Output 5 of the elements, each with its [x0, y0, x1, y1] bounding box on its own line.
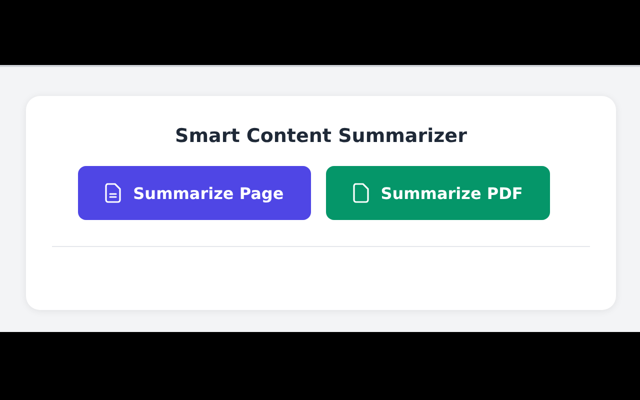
summarize-button[interactable]: Summarize Page: [78, 166, 311, 220]
document-icon: [105, 183, 122, 203]
app-title: Smart Content Summarizer: [174, 124, 468, 149]
file-icon: [352, 183, 369, 203]
summarize-button[interactable]: Summarize PDF: [326, 166, 550, 220]
